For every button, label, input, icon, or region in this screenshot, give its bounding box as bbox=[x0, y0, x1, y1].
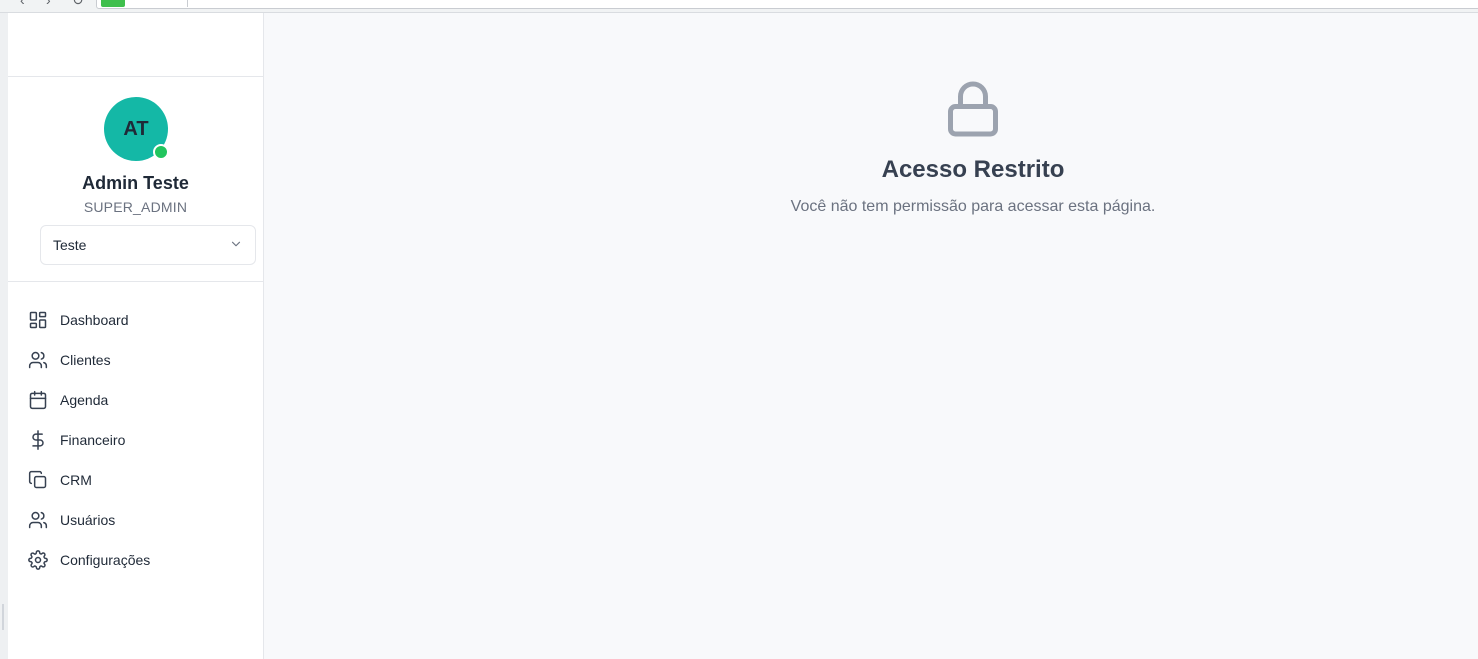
chevron-down-icon bbox=[229, 237, 243, 254]
window-gutter bbox=[0, 13, 8, 659]
back-icon[interactable]: ‹ bbox=[20, 0, 25, 8]
access-restricted-panel: Acesso Restrito Você não tem permissão p… bbox=[264, 79, 1478, 216]
sidebar-item-label: Financeiro bbox=[60, 432, 126, 448]
sidebar-item-dashboard[interactable]: Dashboard bbox=[8, 300, 263, 340]
users-icon bbox=[28, 350, 48, 370]
sidebar-item-configuracoes[interactable]: Configurações bbox=[8, 540, 263, 580]
secure-badge bbox=[101, 0, 125, 7]
sidebar-item-crm[interactable]: CRM bbox=[8, 460, 263, 500]
online-status-dot bbox=[153, 144, 169, 160]
main-content: Acesso Restrito Você não tem permissão p… bbox=[264, 13, 1478, 659]
user-profile: AT Admin Teste SUPER_ADMIN Teste bbox=[8, 77, 263, 282]
dollar-icon bbox=[28, 430, 48, 450]
copy-icon bbox=[28, 470, 48, 490]
sidebar-nav: Dashboard Clientes Agenda Financeiro CRM bbox=[8, 282, 263, 580]
resize-handle[interactable] bbox=[2, 604, 4, 630]
address-bar[interactable] bbox=[96, 0, 1478, 9]
gear-icon bbox=[28, 550, 48, 570]
user-role: SUPER_ADMIN bbox=[83, 199, 188, 215]
sidebar-item-label: Configurações bbox=[60, 552, 151, 568]
reload-icon[interactable]: ↻ bbox=[72, 0, 84, 9]
avatar[interactable]: AT bbox=[104, 97, 169, 161]
users-icon bbox=[28, 510, 48, 530]
tenant-select[interactable]: Teste bbox=[40, 225, 256, 265]
browser-toolbar: ‹ › ↻ bbox=[0, 0, 1478, 13]
sidebar-item-label: CRM bbox=[60, 472, 92, 488]
sidebar-item-agenda[interactable]: Agenda bbox=[8, 380, 263, 420]
sidebar-item-label: Clientes bbox=[60, 352, 111, 368]
tenant-select-value: Teste bbox=[53, 237, 87, 253]
sidebar: AT Admin Teste SUPER_ADMIN Teste Dashboa… bbox=[8, 13, 264, 659]
calendar-icon bbox=[28, 390, 48, 410]
sidebar-item-usuarios[interactable]: Usuários bbox=[8, 500, 263, 540]
sidebar-item-clientes[interactable]: Clientes bbox=[8, 340, 263, 380]
lock-icon bbox=[943, 79, 1003, 144]
forward-icon[interactable]: › bbox=[46, 0, 51, 8]
avatar-initials: AT bbox=[123, 117, 149, 140]
dashboard-grid-icon bbox=[28, 310, 48, 330]
sidebar-item-label: Agenda bbox=[60, 392, 109, 408]
page-title: Acesso Restrito bbox=[881, 156, 1065, 183]
address-separator bbox=[187, 0, 188, 7]
sidebar-item-financeiro[interactable]: Financeiro bbox=[8, 420, 263, 460]
sidebar-item-label: Dashboard bbox=[60, 312, 129, 328]
sidebar-header bbox=[8, 13, 263, 77]
sidebar-item-label: Usuários bbox=[60, 512, 116, 528]
restricted-message: Você não tem permissão para acessar esta… bbox=[790, 198, 1156, 215]
user-name: Admin Teste bbox=[82, 173, 189, 193]
